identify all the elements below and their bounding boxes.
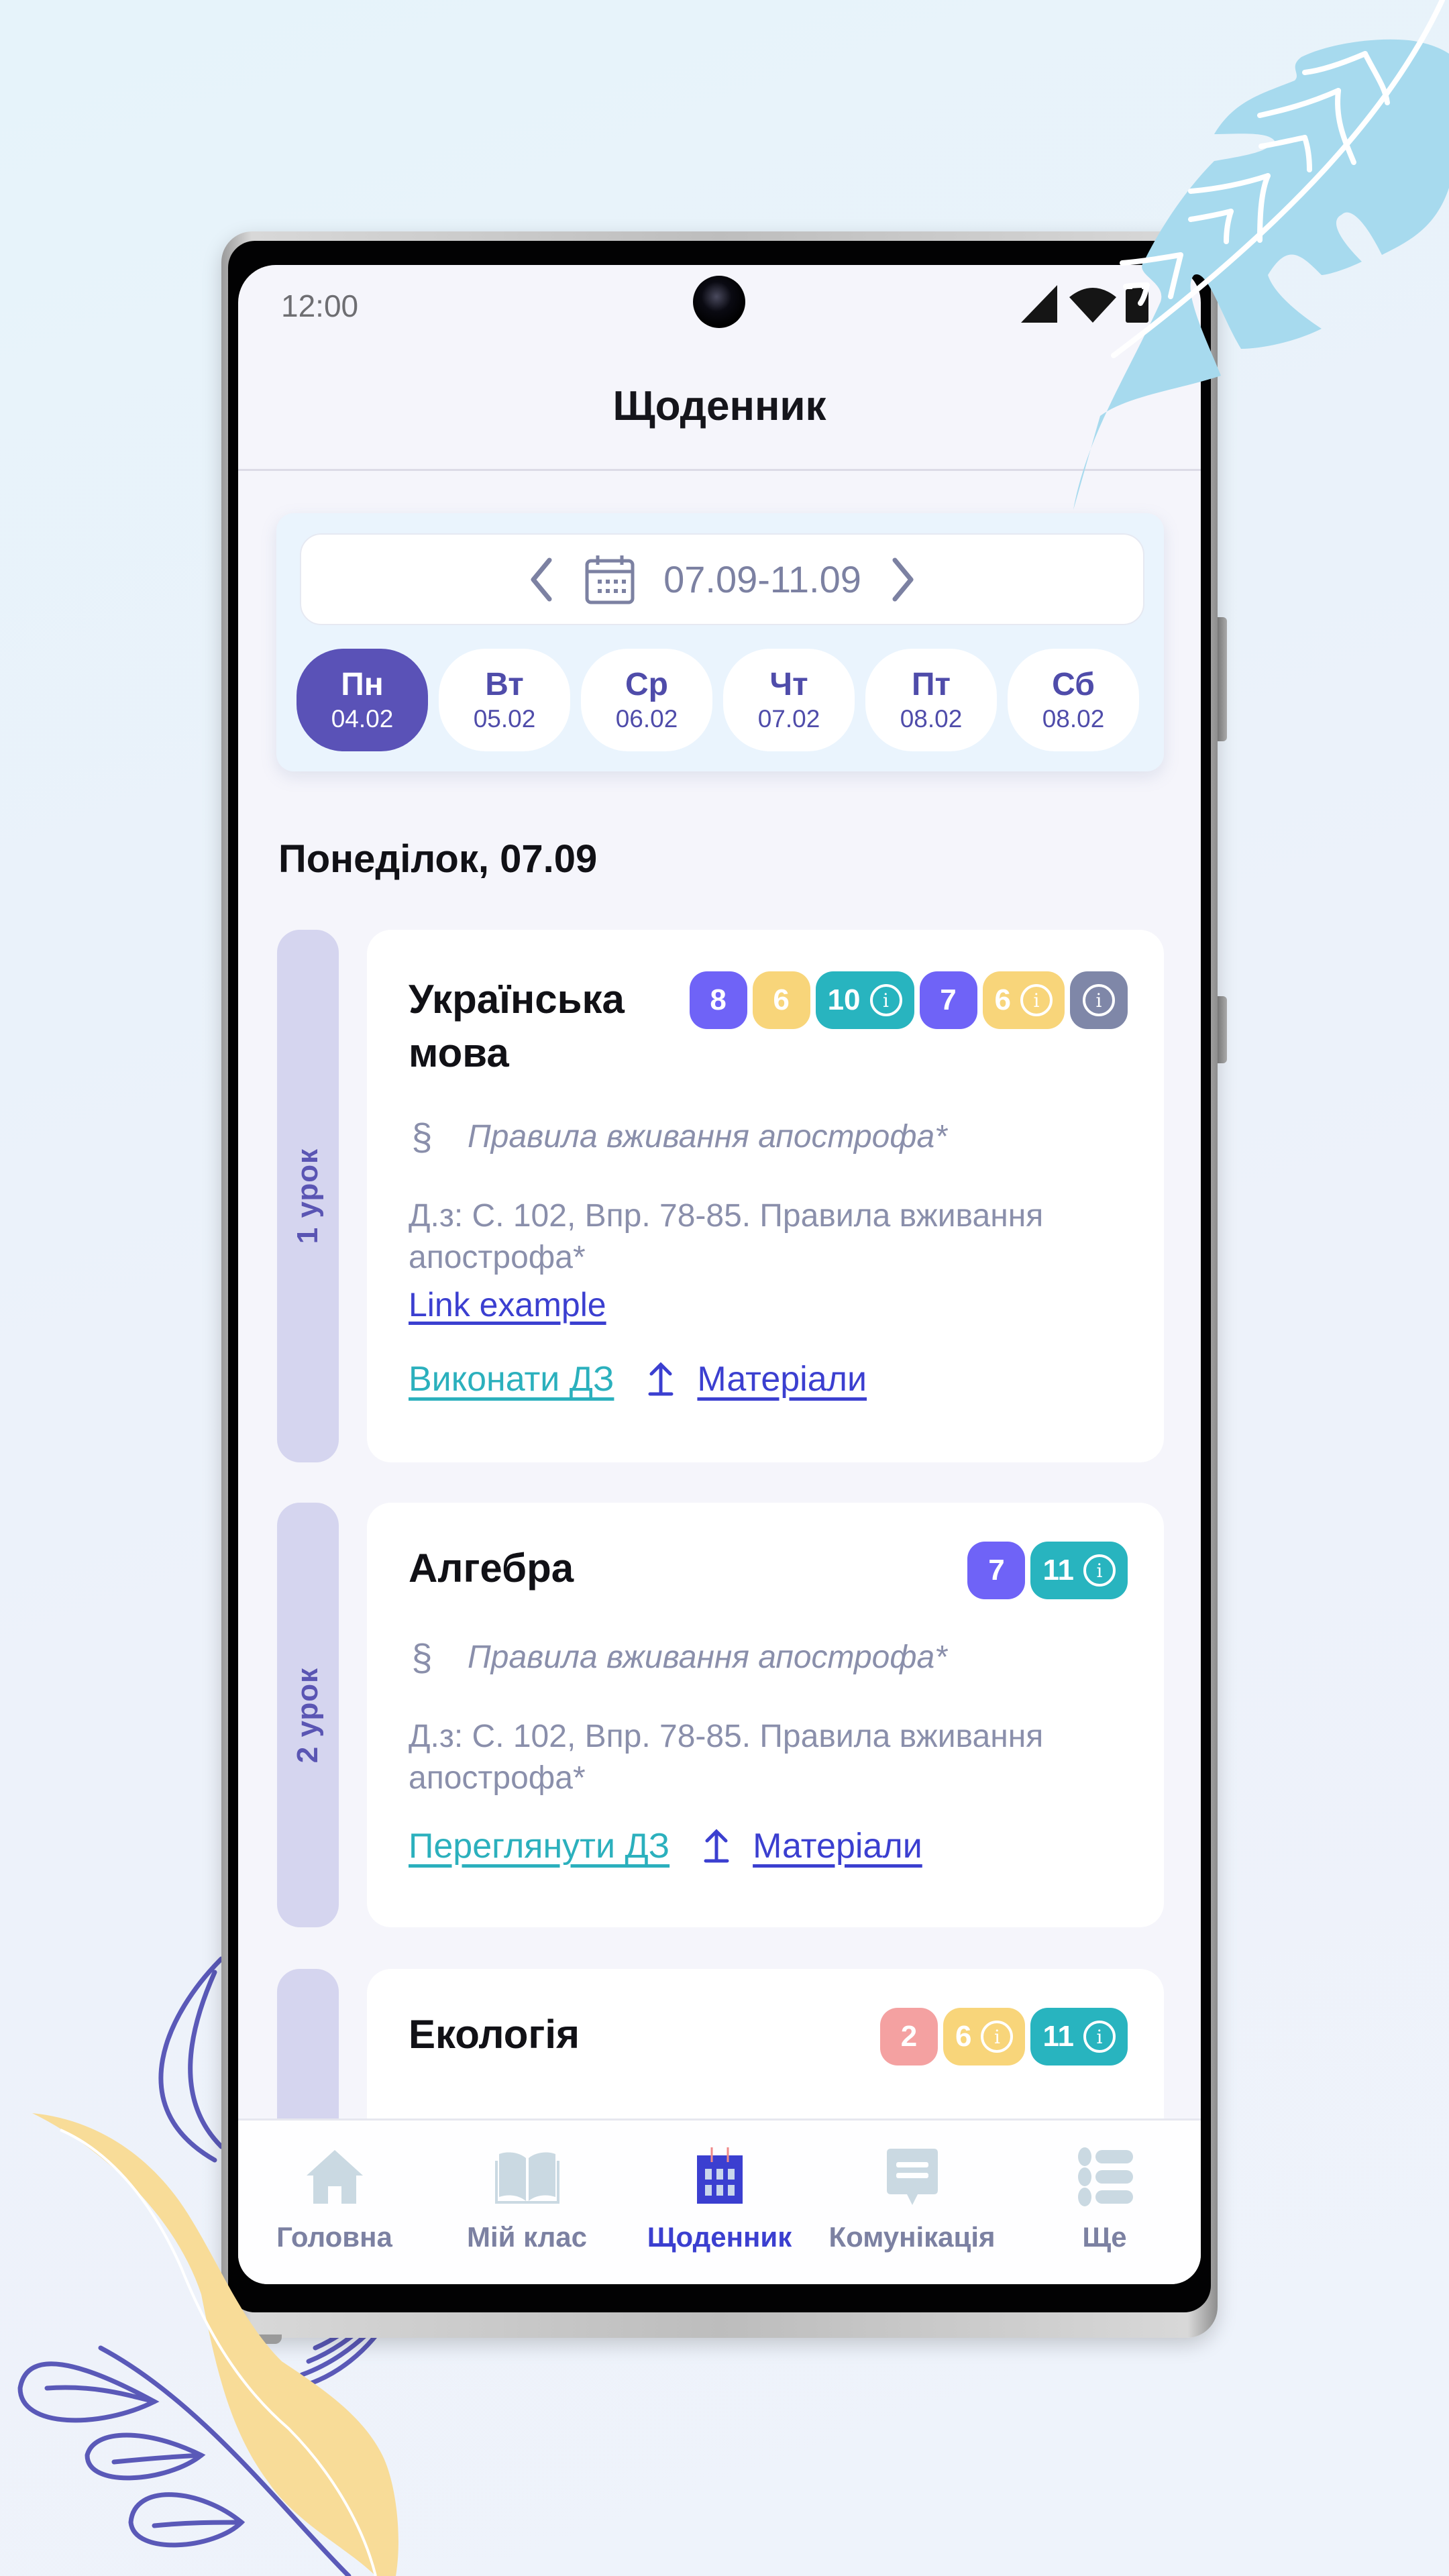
nav-item-more[interactable]: Ще <box>1011 2121 1199 2284</box>
grade-badge[interactable]: 6 <box>752 971 810 1029</box>
week-range-selector[interactable]: 07.09-11.09 <box>300 533 1144 625</box>
do-homework-button[interactable]: Виконати ДЗ <box>409 1359 614 1399</box>
status-time: 12:00 <box>281 288 359 323</box>
subject-name: Алгебра <box>409 1546 574 1591</box>
homework-text: Д.з: С. 102, Впр. 78-85. Правила вживанн… <box>409 1719 1044 1796</box>
grade-value: 8 <box>710 983 727 1016</box>
grade-value: 6 <box>994 983 1011 1016</box>
volume-button <box>1218 617 1227 741</box>
calendar-icon[interactable] <box>583 553 637 606</box>
decorative-blue-leaf <box>1073 0 1449 510</box>
day-date: 06.02 <box>615 704 678 733</box>
lesson-body[interactable]: Алгебра 7 11 i § Правила вживання апостро… <box>367 1503 1164 1927</box>
day-selector: Пн 04.02 Вт 05.02 Ср 06.02 Чт 07.02 Пт 0… <box>297 649 1139 751</box>
chevron-right-icon[interactable] <box>888 556 918 603</box>
day-name: Ср <box>625 666 668 702</box>
subject-name: Українська мова <box>409 977 625 1075</box>
grade-badge[interactable]: 10 i <box>815 971 914 1029</box>
nav-label: Щоденник <box>647 2221 792 2253</box>
day-name: Сб <box>1052 666 1095 702</box>
lesson-actions: Переглянути ДЗ Матеріали <box>409 1826 922 1866</box>
paragraph-icon: § <box>411 1636 433 1678</box>
day-tab-fri[interactable]: Пт 08.02 <box>865 649 997 751</box>
lesson-number: 2 урок <box>291 1667 324 1763</box>
day-name: Пт <box>911 666 951 702</box>
grades-list: 8 6 10 i 7 6i i <box>689 971 1128 1029</box>
lesson-number: 1 урок <box>291 1148 324 1244</box>
grade-value: 11 <box>1042 2020 1074 2053</box>
grade-badge[interactable]: 2 <box>880 2008 938 2065</box>
grade-badge[interactable]: 6i <box>943 2008 1026 2065</box>
view-homework-button[interactable]: Переглянути ДЗ <box>409 1826 669 1866</box>
day-heading: Понеділок, 07.09 <box>278 837 598 881</box>
grade-badge[interactable]: i <box>1070 971 1128 1029</box>
day-tab-sat[interactable]: Сб 08.02 <box>1008 649 1139 751</box>
info-icon: i <box>1083 984 1115 1016</box>
lesson-topic: § Правила вживання апострофа* <box>409 1115 947 1159</box>
lesson-card: 1 урок Українська мова 8 6 10 i 7 6i i § … <box>277 930 1164 1462</box>
grade-badge[interactable]: 8 <box>689 971 747 1029</box>
grade-value: 2 <box>900 2020 918 2053</box>
materials-button[interactable]: Матеріали <box>753 1826 922 1866</box>
lesson-number-strip: 1 урок <box>277 930 339 1462</box>
day-tab-wed[interactable]: Ср 06.02 <box>581 649 712 751</box>
calendar-icon <box>696 2147 743 2204</box>
week-range-label: 07.09-11.09 <box>663 558 861 600</box>
day-date: 07.02 <box>757 704 820 733</box>
info-icon: i <box>1020 984 1053 1016</box>
upload-icon <box>648 1362 674 1396</box>
lesson-card: 2 урок Алгебра 7 11 i § Правила вживання … <box>277 1503 1164 1927</box>
day-date: 08.02 <box>1042 704 1105 733</box>
nav-item-diary[interactable]: Щоденник <box>626 2121 814 2284</box>
chevron-left-icon[interactable] <box>527 556 556 603</box>
grade-value: 7 <box>988 1554 1005 1587</box>
front-camera <box>693 276 745 328</box>
grade-value: 7 <box>940 983 957 1016</box>
info-icon: i <box>1083 2021 1116 2053</box>
info-icon: i <box>981 2021 1014 2053</box>
day-tab-thu[interactable]: Чт 07.02 <box>723 649 855 751</box>
grade-badge[interactable]: 7 <box>967 1542 1026 1599</box>
grade-value: 11 <box>1042 1554 1074 1587</box>
decorative-yellow-leaf <box>32 2113 398 2576</box>
app-screen: 12:00 Щоденник 07.09-11.09 Пн 04.02 Вт 0… <box>238 265 1201 2284</box>
materials-button[interactable]: Матеріали <box>697 1359 867 1399</box>
list-icon <box>1077 2147 1133 2206</box>
lesson-topic: § Правила вживання апострофа* <box>409 1635 947 1679</box>
day-date: 04.02 <box>331 704 394 733</box>
grades-list: 7 11 i <box>967 1542 1128 1599</box>
grade-value: 6 <box>955 2020 972 2053</box>
lesson-body[interactable]: Українська мова 8 6 10 i 7 6i i § Правила… <box>367 930 1164 1462</box>
lesson-actions: Виконати ДЗ Матеріали <box>409 1359 867 1399</box>
day-date: 08.02 <box>900 704 963 733</box>
info-icon: i <box>869 984 902 1016</box>
day-date: 05.02 <box>473 704 536 733</box>
topic-text: Правила вживання апострофа* <box>468 1640 947 1675</box>
day-tab-tue[interactable]: Вт 05.02 <box>439 649 570 751</box>
nav-label: Ще <box>1082 2221 1127 2253</box>
grade-badge[interactable]: 6i <box>982 971 1065 1029</box>
upload-icon <box>704 1829 729 1863</box>
nav-label: Комунікація <box>828 2221 996 2253</box>
lesson-number-strip: 2 урок <box>277 1503 339 1927</box>
day-name: Пн <box>341 666 384 702</box>
grade-badge[interactable]: 11 i <box>1030 2008 1128 2065</box>
paragraph-icon: § <box>411 1116 433 1158</box>
day-name: Вт <box>485 666 524 702</box>
day-tab-mon[interactable]: Пн 04.02 <box>297 649 428 751</box>
grades-list: 2 6i 11 i <box>880 2008 1128 2065</box>
homework-link[interactable]: Link example <box>409 1285 606 1324</box>
info-icon: i <box>1083 1554 1116 1587</box>
grade-badge[interactable]: 11 i <box>1030 1542 1128 1599</box>
grade-value: 10 <box>827 983 861 1016</box>
chat-icon <box>886 2149 938 2205</box>
nav-item-communication[interactable]: Комунікація <box>818 2121 1006 2284</box>
day-name: Чт <box>769 666 808 702</box>
grade-value: 6 <box>773 983 790 1016</box>
topic-text: Правила вживання апострофа* <box>468 1119 947 1155</box>
grade-badge[interactable]: 7 <box>919 971 977 1029</box>
homework-text: Д.з: С. 102, Впр. 78-85. Правила вживанн… <box>409 1198 1044 1275</box>
week-panel: 07.09-11.09 Пн 04.02 Вт 05.02 Ср 06.02 Ч… <box>276 513 1164 771</box>
power-button <box>1218 996 1227 1063</box>
